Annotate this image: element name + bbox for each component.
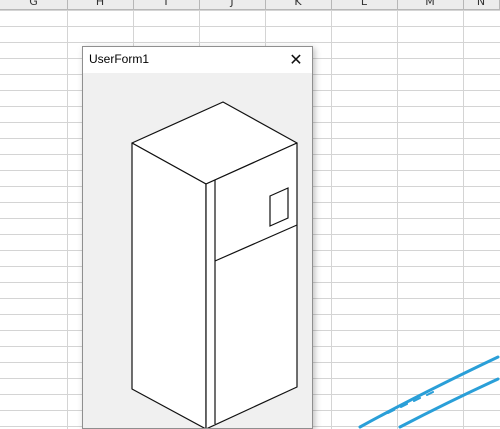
userform-window[interactable]: UserForm1 ✕ [82, 46, 313, 429]
column-header-row: G H I J K L M N [0, 0, 500, 10]
column-header-j[interactable]: J [199, 0, 266, 9]
column-header-l[interactable]: L [331, 0, 398, 9]
userform-titlebar[interactable]: UserForm1 ✕ [83, 47, 312, 73]
column-header-n[interactable]: N [463, 0, 500, 9]
column-divider [331, 0, 332, 429]
fridge-side-face [131, 142, 207, 428]
watermark-stroke [398, 377, 500, 429]
close-icon[interactable]: ✕ [286, 50, 306, 70]
watermark-decoration [358, 355, 500, 429]
refrigerator-drawing [131, 101, 298, 428]
column-header-g[interactable]: G [0, 0, 68, 9]
column-header-h[interactable]: H [67, 0, 134, 9]
userform-body [83, 73, 312, 428]
userform-title: UserForm1 [89, 52, 150, 66]
column-divider [67, 0, 68, 429]
fridge-front-face [205, 142, 298, 428]
column-header-i[interactable]: I [133, 0, 200, 9]
column-header-m[interactable]: M [397, 0, 464, 9]
column-header-k[interactable]: K [265, 0, 332, 9]
